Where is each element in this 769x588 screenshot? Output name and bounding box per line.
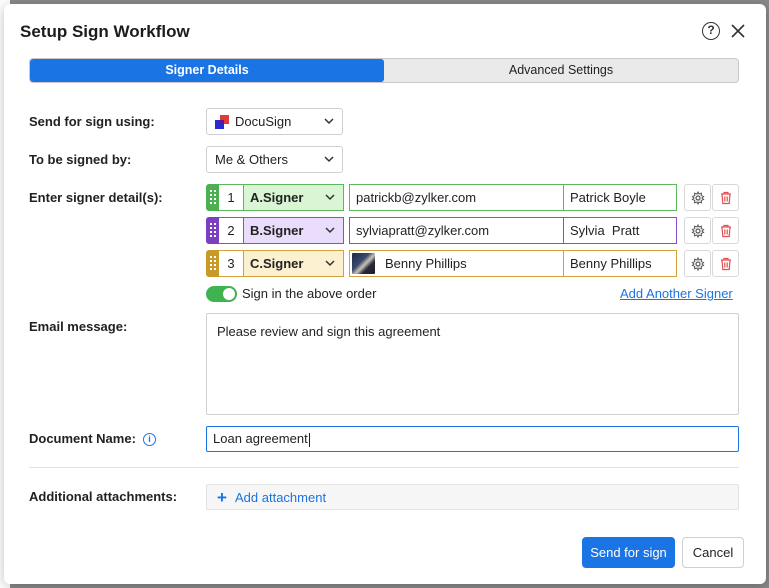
email-message-textarea[interactable]: Please review and sign this agreement (206, 313, 739, 415)
avatar (352, 253, 375, 274)
help-icon[interactable]: ? (702, 22, 720, 40)
signer-delete-button[interactable] (712, 250, 739, 277)
cancel-button[interactable]: Cancel (682, 537, 744, 568)
signer-role-value: B.Signer (250, 223, 304, 238)
chevron-down-icon (325, 227, 335, 234)
signed-by-value: Me & Others (215, 152, 288, 167)
signed-by-label: To be signed by: (29, 152, 132, 167)
text-caret (308, 432, 310, 447)
info-icon[interactable]: i (143, 433, 156, 446)
signer-email-field[interactable]: sylviapratt@zylker.com (349, 217, 564, 244)
signer-name-field[interactable]: Sylvia Pratt (563, 217, 677, 244)
signer-order: 1 (219, 184, 243, 211)
add-attachment-label: Add attachment (235, 490, 327, 505)
drag-handle-icon[interactable] (206, 250, 219, 277)
email-message-label: Email message: (29, 319, 128, 334)
divider (29, 467, 739, 468)
document-name-input[interactable]: Loan agreement (206, 426, 739, 452)
signer-role-select[interactable]: B.Signer (243, 217, 344, 244)
plus-icon: + (217, 488, 227, 507)
chevron-down-icon (324, 118, 334, 125)
send-using-select[interactable]: DocuSign (206, 108, 343, 135)
document-name-label: Document Name: (29, 431, 136, 446)
add-attachment-button[interactable]: + Add attachment (206, 484, 739, 510)
gear-icon (691, 191, 705, 205)
close-icon[interactable] (728, 21, 748, 41)
gear-icon (691, 257, 705, 271)
document-name-value: Loan agreement (213, 431, 308, 446)
chevron-down-icon (324, 156, 334, 163)
signed-by-select[interactable]: Me & Others (206, 146, 343, 173)
signer-role-select[interactable]: C.Signer (243, 250, 344, 277)
signer-name-field[interactable]: Patrick Boyle (563, 184, 677, 211)
docusign-logo-icon (215, 115, 230, 130)
chevron-down-icon (325, 194, 335, 201)
signer-contact-value: Benny Phillips (385, 256, 467, 271)
signer-role-value: C.Signer (250, 256, 304, 271)
signer-delete-button[interactable] (712, 217, 739, 244)
tab-signer-details[interactable]: Signer Details (30, 59, 384, 82)
signer-details-label: Enter signer detail(s): (29, 190, 163, 205)
send-using-label: Send for sign using: (29, 114, 155, 129)
trash-icon (721, 257, 731, 271)
signer-settings-button[interactable] (684, 184, 711, 211)
trash-icon (721, 224, 731, 238)
signer-order: 2 (219, 217, 243, 244)
signer-row: 3 C.Signer Benny Phillips Benny Phillips (206, 250, 739, 277)
drag-handle-icon[interactable] (206, 184, 219, 211)
drag-handle-icon[interactable] (206, 217, 219, 244)
sign-order-label: Sign in the above order (242, 286, 377, 301)
signer-name-field[interactable]: Benny Phillips (563, 250, 677, 277)
chevron-down-icon (325, 260, 335, 267)
signer-delete-button[interactable] (712, 184, 739, 211)
signer-email-field[interactable]: patrickb@zylker.com (349, 184, 564, 211)
tab-advanced-settings[interactable]: Advanced Settings (384, 59, 738, 82)
setup-sign-workflow-dialog: Setup Sign Workflow ? Signer Details Adv… (4, 4, 766, 584)
signer-order: 3 (219, 250, 243, 277)
sign-order-toggle[interactable] (206, 286, 237, 302)
send-for-sign-button[interactable]: Send for sign (582, 537, 675, 568)
signer-role-select[interactable]: A.Signer (243, 184, 344, 211)
trash-icon (721, 191, 731, 205)
send-using-value: DocuSign (235, 114, 292, 129)
add-signer-link[interactable]: Add Another Signer (620, 286, 733, 301)
signer-settings-button[interactable] (684, 250, 711, 277)
gear-icon (691, 224, 705, 238)
dialog-title: Setup Sign Workflow (20, 22, 190, 41)
signer-row: 2 B.Signer sylviapratt@zylker.com Sylvia… (206, 217, 739, 244)
tab-bar: Signer Details Advanced Settings (29, 58, 739, 83)
signer-role-value: A.Signer (250, 190, 304, 205)
signer-contact-field[interactable]: Benny Phillips (349, 250, 564, 277)
signer-settings-button[interactable] (684, 217, 711, 244)
attachments-label: Additional attachments: (29, 489, 178, 504)
signer-row: 1 A.Signer patrickb@zylker.com Patrick B… (206, 184, 739, 211)
